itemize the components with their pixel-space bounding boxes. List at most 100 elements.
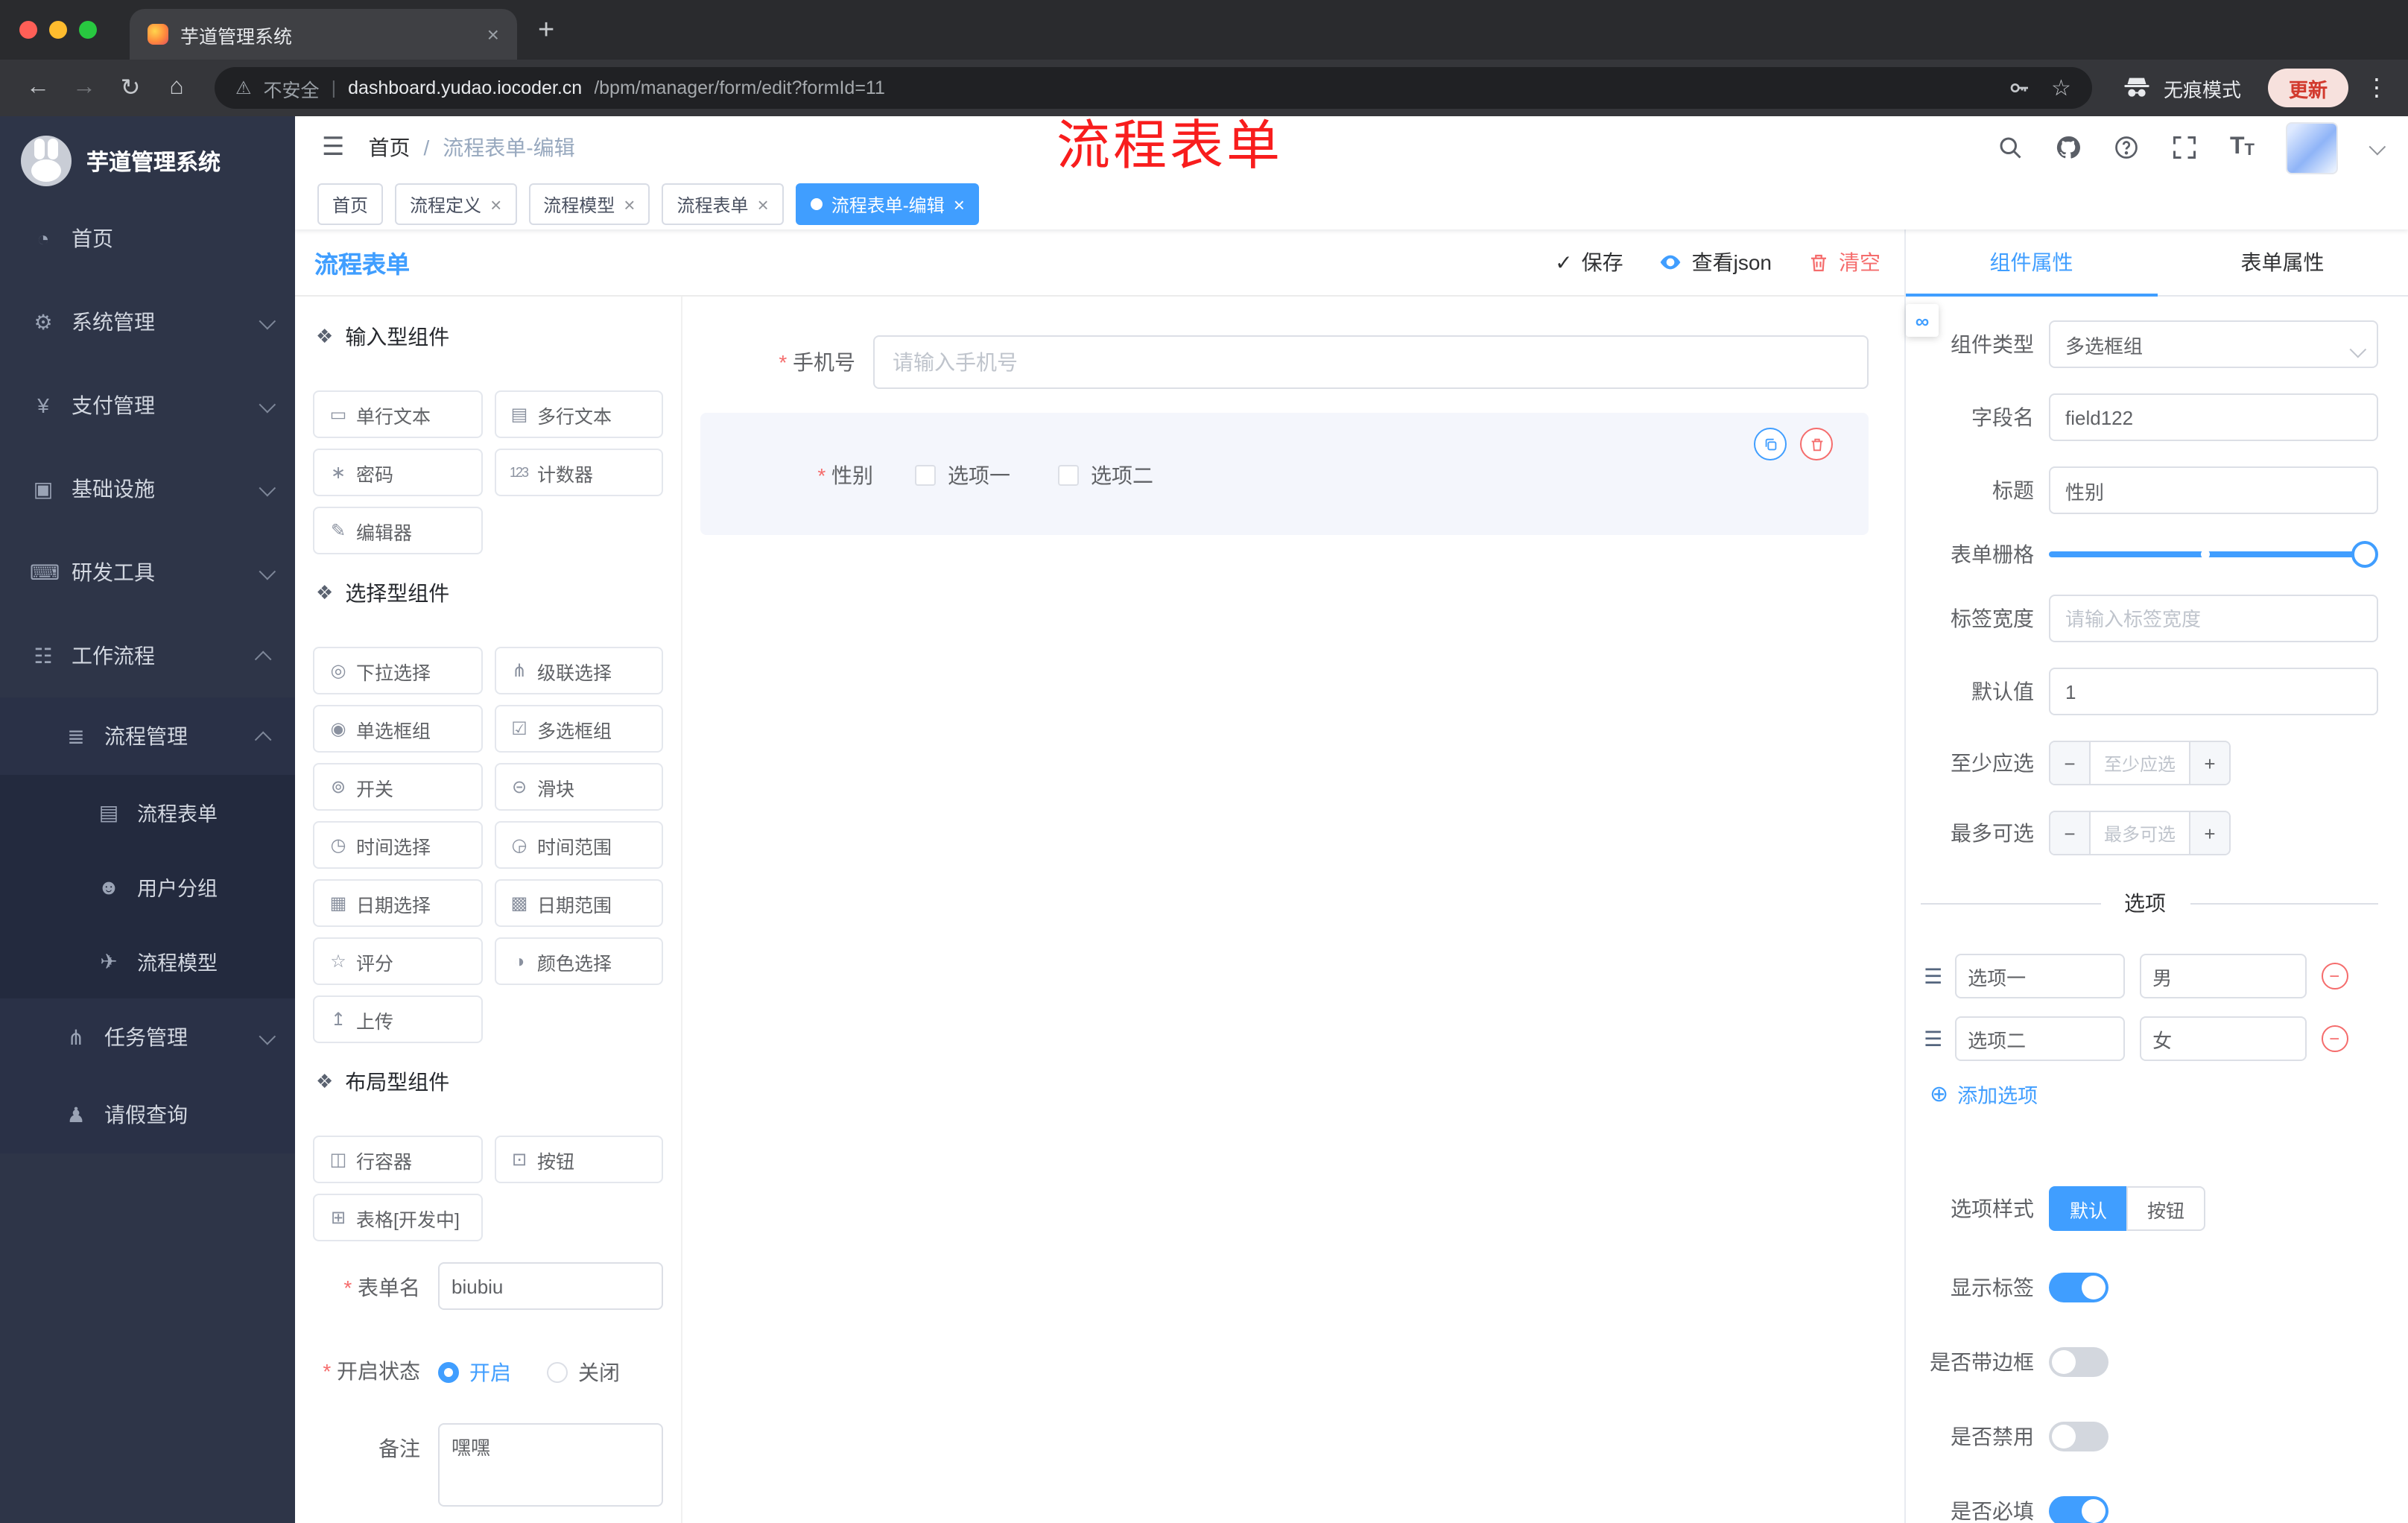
remove-option-icon[interactable]: − <box>2321 1025 2348 1052</box>
sidebar-item-leave-query[interactable]: ♟ 请假查询 <box>0 1076 295 1153</box>
browser-update-button[interactable]: 更新 <box>2267 69 2348 107</box>
font-size-icon[interactable]: T T <box>2230 135 2255 159</box>
stepper-increase-button[interactable]: + <box>2189 742 2229 784</box>
palette-item-date-picker[interactable]: ▦ 日期选择 <box>313 879 482 927</box>
canvas-field-gender-selected[interactable]: 性别 选项一 选项二 <box>700 413 1869 535</box>
sidebar-item-workflow[interactable]: ☷ 工作流程 <box>0 614 295 697</box>
tag-process-definition[interactable]: 流程定义 × <box>395 183 517 225</box>
drag-handle-icon[interactable]: ☰ <box>1924 1026 1942 1051</box>
stepper-decrease-button[interactable]: − <box>2050 812 2091 854</box>
palette-item-checkbox-group[interactable]: ☑ 多选框组 <box>494 705 663 753</box>
add-option-button[interactable]: ⊕ 添加选项 <box>1912 1079 2378 1109</box>
sidebar-item-user-group[interactable]: ☻ 用户分组 <box>0 849 295 924</box>
tag-close-icon[interactable]: × <box>954 193 965 215</box>
palette-item-date-range[interactable]: ▩ 日期范围 <box>494 879 663 927</box>
tag-process-form-edit[interactable]: 流程表单-编辑 × <box>795 183 980 225</box>
show-label-toggle[interactable] <box>2049 1273 2108 1302</box>
default-value-input[interactable] <box>2049 668 2378 715</box>
stepper-increase-button[interactable]: + <box>2189 812 2229 854</box>
palette-item-radio-group[interactable]: ◉ 单选框组 <box>313 705 482 753</box>
reload-icon[interactable]: ↻ <box>110 73 150 103</box>
tag-close-icon[interactable]: × <box>490 193 501 215</box>
form-remark-input[interactable]: 嘿嘿 <box>438 1423 663 1507</box>
palette-item-table[interactable]: ⊞ 表格[开发中] <box>313 1194 482 1241</box>
form-canvas[interactable]: 手机号 <box>682 297 1904 1523</box>
tag-close-icon[interactable]: × <box>624 193 635 215</box>
palette-item-time-range[interactable]: ◶ 时间范围 <box>494 821 663 869</box>
link-icon[interactable]: ∞ <box>1906 304 1939 337</box>
style-button-button[interactable]: 按钮 <box>2126 1186 2206 1231</box>
sidebar-item-process-model[interactable]: ✈ 流程模型 <box>0 924 295 998</box>
palette-item-row-container[interactable]: ◫ 行容器 <box>313 1136 482 1183</box>
canvas-field-phone[interactable]: 手机号 <box>700 335 1869 389</box>
browser-menu-icon[interactable]: ⋮ <box>2363 73 2390 103</box>
palette-item-switch[interactable]: ⊚ 开关 <box>313 763 482 811</box>
style-default-button[interactable]: 默认 <box>2049 1186 2127 1231</box>
back-icon[interactable]: ← <box>18 75 58 101</box>
search-icon[interactable] <box>1997 134 2024 161</box>
avatar-caret-icon[interactable] <box>2369 138 2386 156</box>
forward-icon[interactable]: → <box>64 75 104 101</box>
palette-item-select[interactable]: ◎ 下拉选择 <box>313 647 482 694</box>
palette-item-button[interactable]: ⊡ 按钮 <box>494 1136 663 1183</box>
fullscreen-icon[interactable] <box>2172 134 2199 161</box>
password-key-icon[interactable] <box>2006 76 2030 100</box>
sidebar-collapse-icon[interactable]: ☰ <box>322 133 345 162</box>
tab-close-icon[interactable]: × <box>484 22 502 46</box>
border-toggle[interactable] <box>2049 1347 2108 1377</box>
phone-input[interactable] <box>873 335 1869 389</box>
field-name-input[interactable] <box>2049 393 2378 441</box>
option-1-value-input[interactable] <box>2139 954 2307 998</box>
palette-item-multi-line-text[interactable]: ▤ 多行文本 <box>494 390 663 438</box>
stepper-decrease-button[interactable]: − <box>2050 742 2091 784</box>
window-zoom-button[interactable] <box>79 21 97 39</box>
sidebar-item-task-management[interactable]: ⋔ 任务管理 <box>0 998 295 1076</box>
component-type-value[interactable] <box>2049 320 2378 368</box>
drag-handle-icon[interactable]: ☰ <box>1924 963 1942 989</box>
palette-item-rate[interactable]: ☆ 评分 <box>313 937 482 985</box>
slider-handle[interactable] <box>2351 541 2378 568</box>
window-close-button[interactable] <box>19 21 37 39</box>
user-avatar[interactable] <box>2286 121 2338 174</box>
palette-item-password[interactable]: ∗ 密码 <box>313 449 482 496</box>
tag-process-model[interactable]: 流程模型 × <box>528 183 650 225</box>
browser-home-icon[interactable]: ⌂ <box>156 75 197 101</box>
status-off-radio[interactable]: 关闭 <box>547 1358 620 1387</box>
sidebar-item-payment[interactable]: ¥ 支付管理 <box>0 364 295 447</box>
palette-item-editor[interactable]: ✎ 编辑器 <box>313 507 482 554</box>
duplicate-component-button[interactable] <box>1754 428 1787 460</box>
palette-item-single-line-text[interactable]: ▭ 单行文本 <box>313 390 482 438</box>
gender-option-1-checkbox[interactable]: 选项一 <box>915 460 1010 490</box>
save-button[interactable]: ✓ 保存 <box>1555 247 1623 277</box>
palette-item-cascader[interactable]: ⋔ 级联选择 <box>494 647 663 694</box>
window-minimize-button[interactable] <box>49 21 67 39</box>
gender-option-2-checkbox[interactable]: 选项二 <box>1058 460 1153 490</box>
label-width-input[interactable] <box>2049 595 2378 642</box>
status-on-radio[interactable]: 开启 <box>438 1358 511 1387</box>
sidebar-item-process-management[interactable]: ≣ 流程管理 <box>0 697 295 775</box>
clear-button[interactable]: 清空 <box>1807 247 1881 277</box>
form-name-input[interactable] <box>438 1262 663 1310</box>
form-grid-slider[interactable] <box>2049 541 2378 568</box>
sidebar-item-devtools[interactable]: ⌨ 研发工具 <box>0 531 295 614</box>
title-input[interactable] <box>2049 466 2378 514</box>
palette-item-color-picker[interactable]: ◑ 颜色选择 <box>494 937 663 985</box>
delete-component-button[interactable] <box>1800 428 1833 460</box>
sidebar-item-system[interactable]: ⚙ 系统管理 <box>0 280 295 364</box>
new-tab-button[interactable]: + <box>538 15 554 48</box>
help-icon[interactable] <box>2114 134 2141 161</box>
tab-component-props[interactable]: 组件属性 <box>1906 229 2157 297</box>
tag-home[interactable]: 首页 <box>317 183 384 225</box>
palette-item-counter[interactable]: 123 计数器 <box>494 449 663 496</box>
tag-process-form[interactable]: 流程表单 × <box>662 183 784 225</box>
palette-item-time-picker[interactable]: ◷ 时间选择 <box>313 821 482 869</box>
option-2-value-input[interactable] <box>2139 1016 2307 1061</box>
remove-option-icon[interactable]: − <box>2321 963 2348 990</box>
disabled-toggle[interactable] <box>2049 1422 2108 1451</box>
palette-item-slider[interactable]: ⊝ 滑块 <box>494 763 663 811</box>
view-json-button[interactable]: 查看json <box>1659 247 1772 277</box>
required-toggle[interactable] <box>2049 1496 2108 1523</box>
browser-tab[interactable]: 芋道管理系统 × <box>130 9 517 60</box>
component-type-select[interactable] <box>2049 320 2378 368</box>
url-omnibox[interactable]: ⚠ 不安全 | dashboard.yudao.iocoder.cn /bpm/… <box>215 67 2092 109</box>
